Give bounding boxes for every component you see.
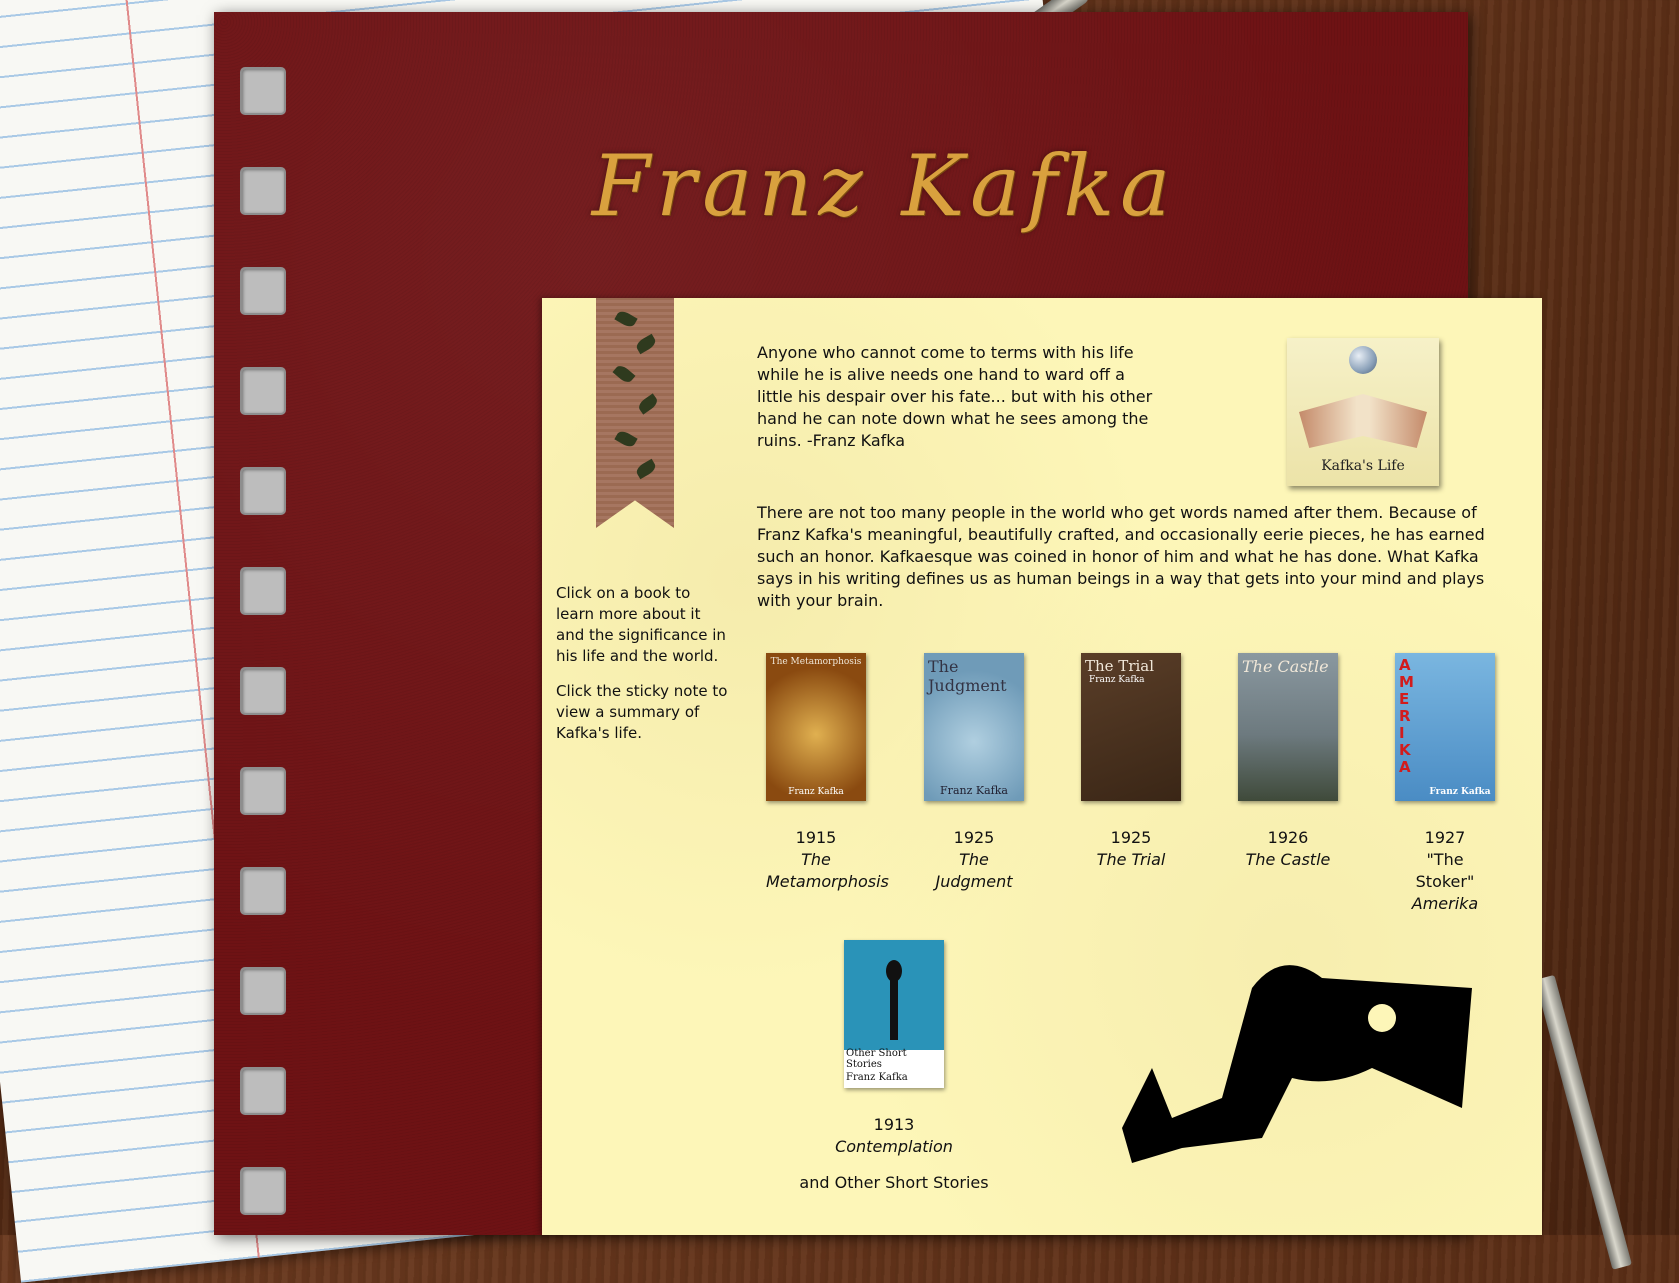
book-year: 1926	[1267, 828, 1309, 847]
book-year: 1925	[953, 828, 995, 847]
book-year: 1915	[795, 828, 837, 847]
binding-hole	[240, 1067, 286, 1115]
binding-hole	[240, 167, 286, 215]
book-title: The Judgment	[935, 850, 1013, 891]
binding-hole	[240, 567, 286, 615]
book-cover-judgment[interactable]: The Judgment Franz Kafka	[924, 653, 1024, 801]
ribbon-bookmark	[596, 298, 674, 528]
kafkas-life-sticky-note[interactable]: Kafka's Life	[1287, 338, 1439, 486]
book-cover-contemplation[interactable]: Other Short Stories Franz Kafka	[844, 940, 944, 1088]
binding-hole	[240, 367, 286, 415]
book-title: Contemplation	[835, 1137, 953, 1156]
leaf-icon	[612, 362, 636, 386]
binding-hole	[240, 67, 286, 115]
book-cover-trial[interactable]: The Trial Franz Kafka	[1081, 653, 1181, 801]
binding-hole	[240, 767, 286, 815]
leaf-icon	[614, 428, 638, 450]
sticky-note-label: Kafka's Life	[1321, 458, 1405, 474]
book-amerika[interactable]: AMERIKA Franz Kafka 1927 "The Stoker" Am…	[1395, 653, 1495, 915]
book-judgment[interactable]: The Judgment Franz Kafka 1925 The Judgme…	[924, 653, 1024, 893]
kafka-quote: Anyone who cannot come to terms with his…	[757, 343, 1153, 450]
book-year: 1927	[1424, 828, 1466, 847]
pen-decoration-bottom	[1535, 974, 1632, 1270]
binding-hole	[240, 667, 286, 715]
book-year: 1925	[1110, 828, 1152, 847]
leaf-icon	[634, 458, 658, 480]
book-contemplation[interactable]: Other Short Stories Franz Kafka 1913 Con…	[794, 940, 994, 1194]
leaf-icon	[636, 393, 660, 415]
leaf-icon	[614, 308, 638, 330]
book-cover-amerika[interactable]: AMERIKA Franz Kafka	[1395, 653, 1495, 801]
books-instruction: Click on a book to learn more about it a…	[556, 584, 726, 665]
content-panel: Click on a book to learn more about it a…	[542, 298, 1542, 1235]
book-trial[interactable]: The Trial Franz Kafka 1925 The Trial	[1081, 653, 1181, 871]
kafka-silhouette-drawing	[1122, 965, 1472, 1163]
binding-hole	[240, 267, 286, 315]
binding-hole	[240, 867, 286, 915]
book-title: The Metamorphosis	[766, 850, 889, 891]
binding-hole	[240, 467, 286, 515]
book-title: The Trial	[1096, 850, 1166, 869]
book-title: The Castle	[1245, 850, 1331, 869]
intro-paragraph: There are not too many people in the wor…	[757, 503, 1485, 610]
book-subtitle: and Other Short Stories	[799, 1173, 989, 1192]
book-subtitle: "The Stoker"	[1415, 850, 1475, 891]
binding-hole	[240, 967, 286, 1015]
book-castle[interactable]: The Castle 1926 The Castle	[1238, 653, 1338, 871]
book-cover-castle[interactable]: The Castle	[1238, 653, 1338, 801]
book-year: 1913	[873, 1115, 915, 1134]
open-book-icon	[1299, 394, 1427, 448]
book-cover-metamorphosis[interactable]: The Metamorphosis Franz Kafka	[766, 653, 866, 801]
book-metamorphosis[interactable]: The Metamorphosis Franz Kafka 1915 The M…	[766, 653, 889, 893]
globe-icon	[1349, 346, 1377, 374]
binding-hole	[240, 1167, 286, 1215]
leaf-icon	[634, 333, 658, 355]
sticky-note-instruction: Click the sticky note to view a summary …	[556, 682, 728, 742]
site-title: Franz Kafka	[591, 137, 1177, 235]
book-title: Amerika	[1411, 894, 1479, 913]
